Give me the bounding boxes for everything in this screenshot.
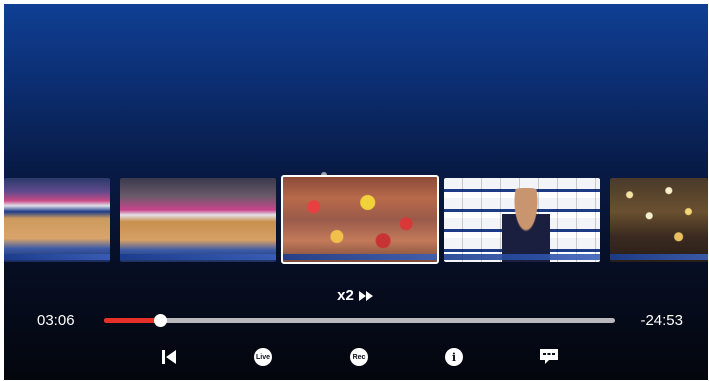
thumbnail-caption-bar [120, 254, 276, 260]
thumbnail-player-interview[interactable] [444, 178, 600, 262]
subtitles-icon [540, 349, 558, 364]
progress-handle[interactable] [154, 314, 168, 327]
rec-icon: Rec [350, 348, 368, 366]
fast-forward-icon [358, 291, 373, 301]
remaining-time: -24:53 [640, 312, 683, 329]
live-button[interactable]: Live [254, 347, 272, 367]
speed-label: x2 [337, 287, 354, 304]
thumbnail-caption-bar [610, 254, 708, 260]
live-icon: Live [254, 348, 272, 366]
thumbnail-caption-bar [4, 254, 110, 260]
skip-back-icon [162, 350, 176, 364]
elapsed-time: 03:06 [37, 312, 75, 329]
playback-speed[interactable]: x2 [4, 287, 708, 304]
skip-back-button[interactable] [161, 347, 177, 367]
thumbnail-court-wide[interactable] [4, 178, 110, 262]
progress-bar[interactable] [104, 314, 615, 327]
subtitles-button[interactable] [539, 347, 559, 367]
thumbnail-strip [4, 172, 708, 268]
rec-button[interactable]: Rec [350, 347, 368, 367]
thumbnail-caption-bar [283, 254, 437, 260]
video-player: x2 03:06 -24:53 Live Rec i [4, 4, 708, 380]
info-icon: i [445, 348, 463, 366]
info-button[interactable]: i [445, 347, 463, 367]
control-bar: Live Rec i [4, 347, 708, 371]
thumbnail-crowd-celebration[interactable] [281, 175, 439, 264]
player-figure [502, 188, 550, 262]
thumbnail-court-action[interactable] [120, 178, 276, 262]
thumbnail-trophy-celebration[interactable] [610, 178, 708, 262]
thumbnail-caption-bar [444, 254, 600, 260]
progress-fill [104, 318, 161, 323]
